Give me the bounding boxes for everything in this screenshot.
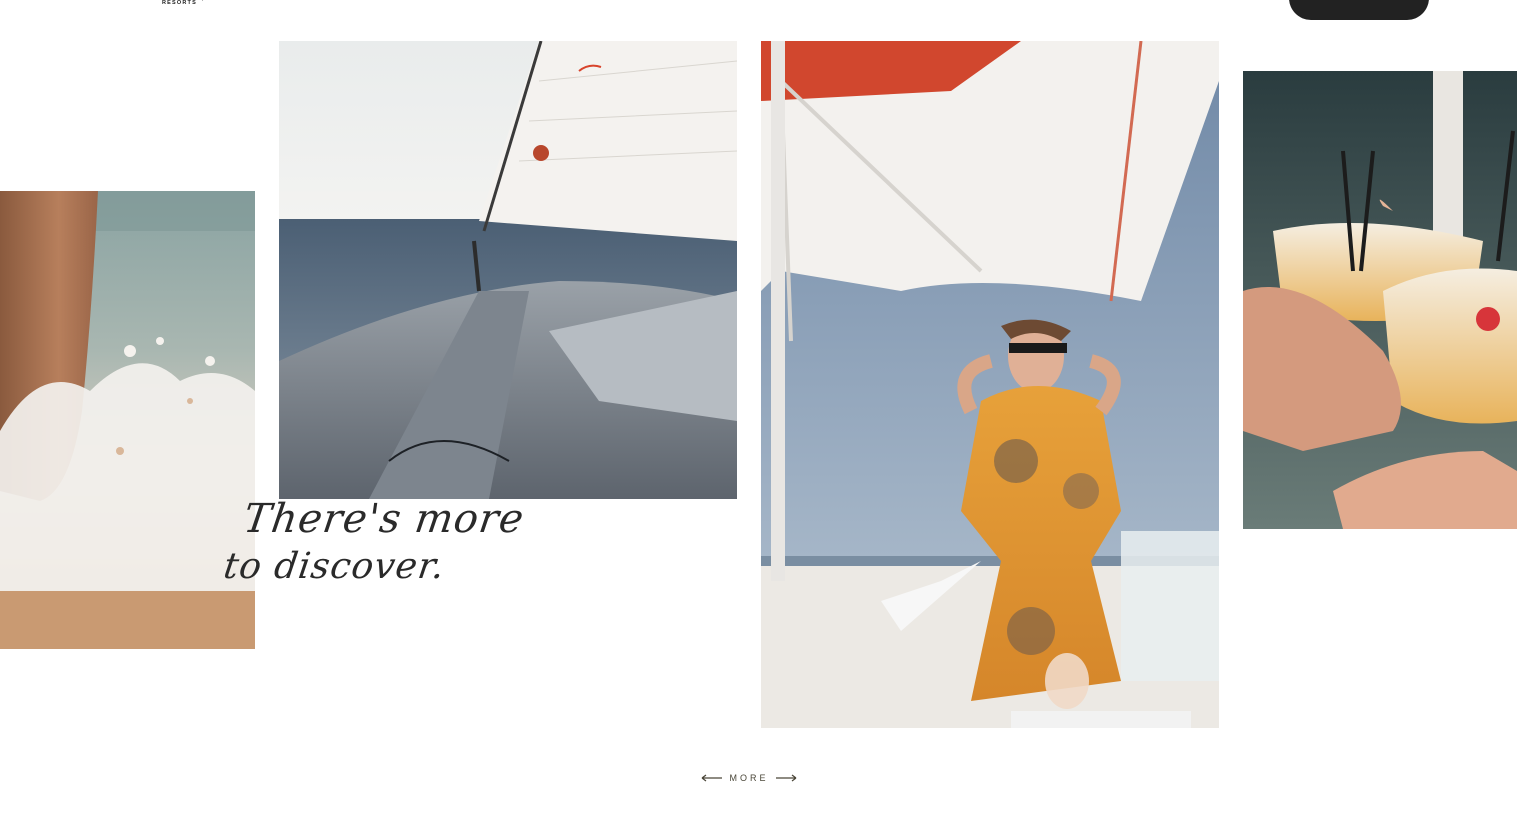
beach-umbrella-woman-photo[interactable] bbox=[761, 41, 1219, 728]
arrow-right-icon[interactable] bbox=[776, 774, 798, 782]
logo-subtitle: RESORTS bbox=[162, 0, 197, 6]
tagline-line-2: to discover. bbox=[221, 546, 448, 587]
sailboat-photo[interactable] bbox=[279, 41, 737, 499]
beach-splash-photo[interactable] bbox=[0, 191, 255, 649]
tagline: There's more to discover. bbox=[221, 494, 528, 604]
book-now-button[interactable] bbox=[1289, 0, 1429, 20]
cocktails-photo[interactable] bbox=[1243, 71, 1517, 529]
gallery-page: RESORTS There's more to discover. MORE bbox=[0, 0, 1517, 831]
arrow-left-icon[interactable] bbox=[700, 774, 722, 782]
more-control[interactable]: MORE bbox=[700, 768, 798, 788]
hamburger-menu-icon[interactable] bbox=[68, 0, 100, 2]
tagline-line-1: There's more bbox=[240, 496, 528, 542]
logo[interactable]: RESORTS bbox=[140, 0, 220, 12]
more-label[interactable]: MORE bbox=[730, 773, 769, 783]
